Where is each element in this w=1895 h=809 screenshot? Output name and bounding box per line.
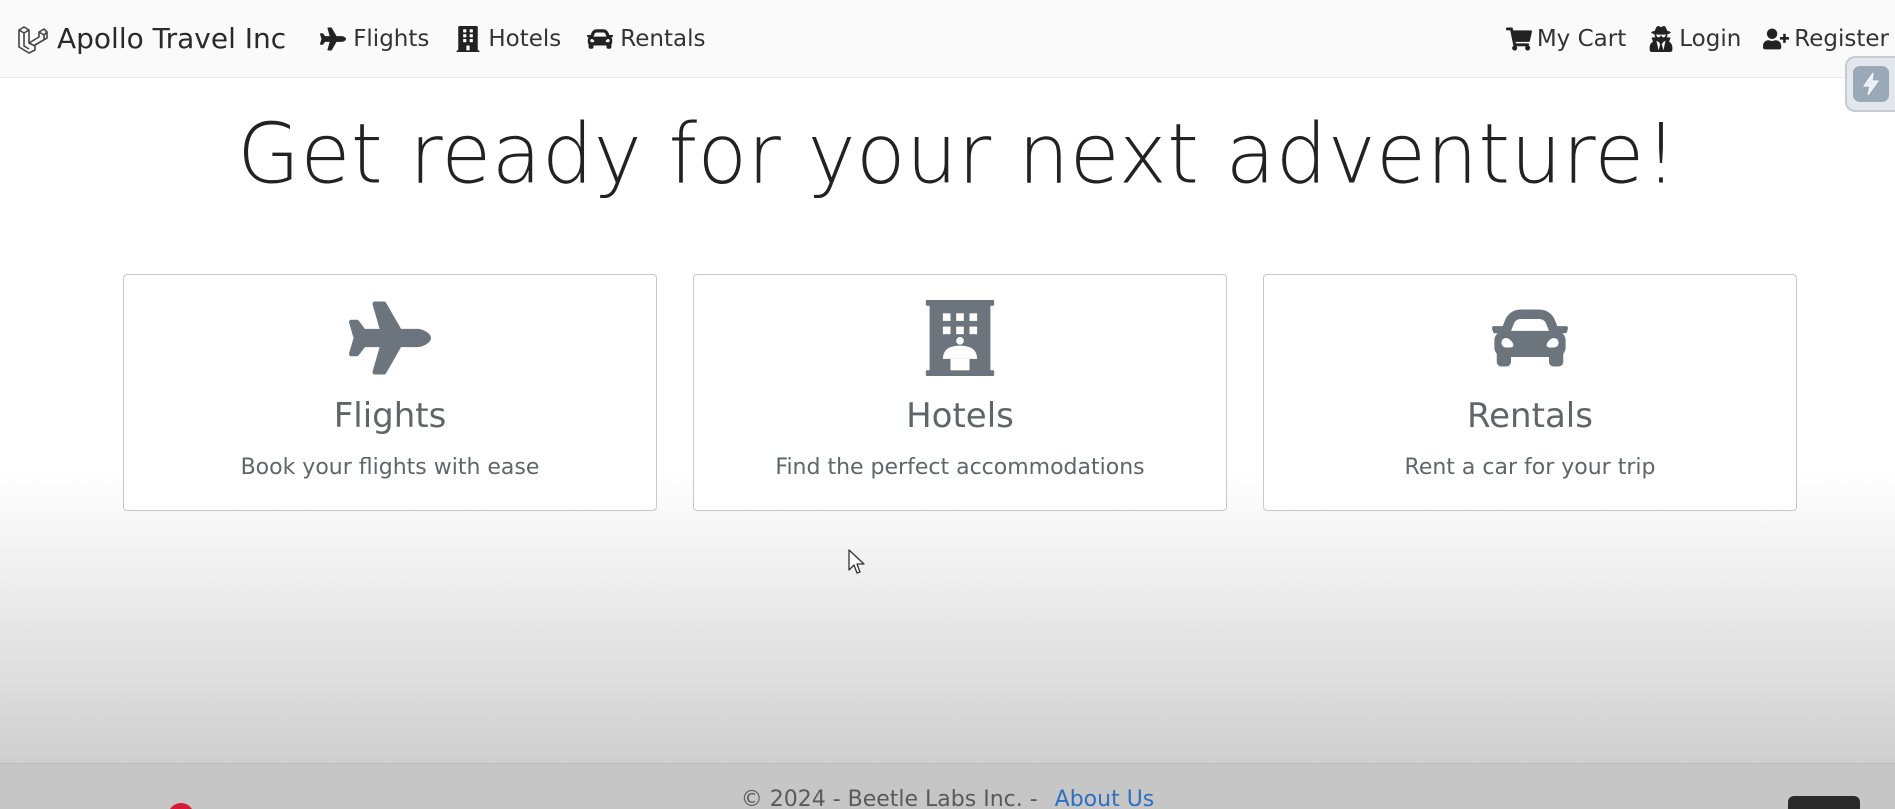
nav-login-label: Login	[1679, 25, 1742, 52]
card-description: Rent a car for your trip	[1404, 455, 1656, 480]
nav-hotels-link[interactable]: Hotels	[455, 25, 562, 52]
nav-flights-link[interactable]: Flights	[320, 26, 429, 52]
nav-rentals-label: Rentals	[620, 25, 706, 52]
car-icon	[587, 28, 614, 49]
card-description: Find the perfect accommodations	[775, 455, 1145, 480]
nav-cart-label: My Cart	[1536, 25, 1627, 52]
user-secret-icon	[1649, 25, 1673, 52]
user-plus-icon	[1763, 28, 1790, 49]
rentals-card[interactable]: Rentals Rent a car for your trip	[1263, 274, 1797, 511]
hero-title: Get ready for your next adventure!	[237, 107, 1678, 203]
nav-login-link[interactable]: Login	[1648, 26, 1741, 52]
mouse-cursor-icon	[848, 549, 865, 574]
nav-register-link[interactable]: Register	[1763, 26, 1889, 52]
plane-icon	[320, 26, 347, 51]
card-title: Rentals	[1467, 396, 1593, 436]
nav-register-label: Register	[1794, 25, 1889, 52]
page-footer: © 2024 - Beetle Labs Inc. - About Us	[0, 763, 1895, 809]
brand-name: Apollo Travel Inc	[57, 22, 287, 55]
cart-icon	[1505, 26, 1532, 51]
building-icon	[457, 25, 480, 52]
nav-hotels-label: Hotels	[488, 25, 562, 52]
card-title: Hotels	[906, 396, 1014, 436]
nav-rentals-link[interactable]: Rentals	[587, 26, 705, 52]
top-navbar: Apollo Travel Inc Flights Hotels Rentals…	[0, 0, 1895, 78]
nav-cart-link[interactable]: My Cart	[1505, 25, 1627, 52]
car-icon	[1487, 299, 1573, 377]
brand-link[interactable]: Apollo Travel Inc	[16, 22, 286, 55]
dark-corner-tab	[1788, 796, 1860, 809]
laravel-logo-icon	[18, 25, 48, 54]
floating-side-widget[interactable]	[1845, 56, 1895, 112]
card-description: Book your flights with ease	[240, 455, 540, 480]
lightning-icon	[1853, 66, 1889, 102]
account-nav: My Cart Login Register	[1505, 25, 1895, 52]
about-us-link[interactable]: About Us	[1055, 787, 1155, 809]
footer-copyright: © 2024 - Beetle Labs Inc. - About Us	[0, 787, 1895, 809]
card-title: Flights	[333, 396, 447, 436]
flights-card[interactable]: Flights Book your flights with ease	[123, 274, 657, 511]
copyright-text: © 2024 - Beetle Labs Inc. -	[740, 787, 1038, 809]
hotel-icon	[917, 299, 1003, 377]
nav-flights-label: Flights	[353, 25, 430, 52]
plane-icon	[347, 299, 433, 377]
primary-nav: Flights Hotels Rentals	[320, 25, 731, 52]
hotels-card[interactable]: Hotels Find the perfect accommodations	[693, 274, 1227, 511]
